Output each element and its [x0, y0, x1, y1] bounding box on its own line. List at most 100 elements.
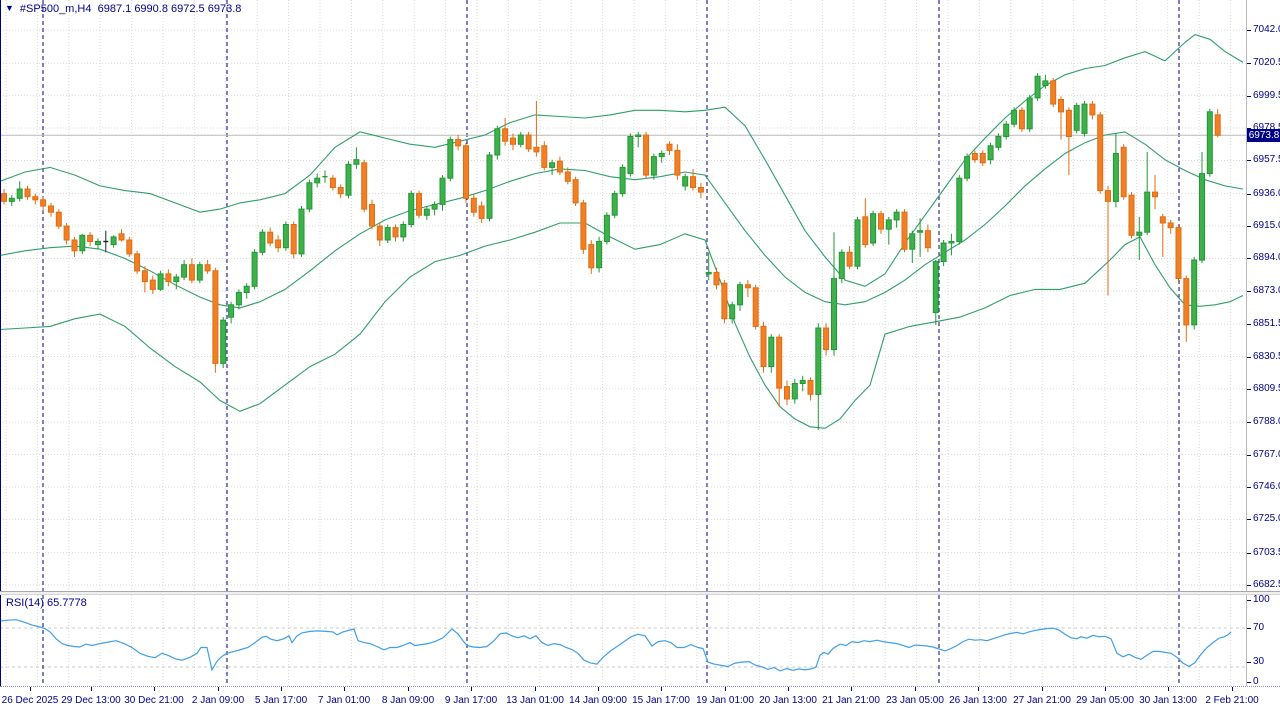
rsi-line: [0, 620, 1231, 671]
rsi-caption: RSI(14) 65.7778: [6, 597, 87, 609]
main-price-chart[interactable]: [0, 0, 1246, 592]
price-tick-mark: [1247, 160, 1251, 161]
rsi-tick-mark: [1247, 628, 1251, 629]
rsi-indicator-panel[interactable]: [0, 595, 1246, 686]
time-axis[interactable]: 26 Dec 202529 Dec 13:0030 Dec 21:00 2 Jan…: [0, 686, 1280, 720]
ohlc-close-value: 6973.8: [208, 3, 242, 15]
price-tick-label: 6936.0: [1253, 188, 1280, 199]
price-tick-mark: [1247, 519, 1251, 520]
time-tick-mark: [1168, 687, 1169, 691]
price-tick-mark: [1247, 291, 1251, 292]
candles-layer: [2, 73, 1221, 430]
price-tick-mark: [1247, 96, 1251, 97]
price-tick-label: 6725.0: [1253, 513, 1280, 524]
time-tick-mark: [471, 687, 472, 691]
rsi-tick-label: 100: [1253, 594, 1270, 605]
time-tick-label: 20 Jan 13:00: [759, 695, 817, 706]
price-tick-mark: [1247, 194, 1251, 195]
time-tick-mark: [408, 687, 409, 691]
price-tick-label: 6682.5: [1253, 579, 1280, 590]
price-tick-label: 6703.5: [1253, 547, 1280, 558]
time-tick-mark: [1232, 687, 1233, 691]
time-tick-label: 15 Jan 17:00: [632, 695, 690, 706]
price-tick-mark: [1247, 422, 1251, 423]
price-tick-label: 6851.5: [1253, 318, 1280, 329]
time-tick-label: 27 Jan 21:00: [1013, 695, 1071, 706]
bollinger-bands: [0, 35, 1243, 429]
rsi-tick-label: 70: [1253, 622, 1264, 633]
time-tick-mark: [1105, 687, 1106, 691]
time-tick-mark: [851, 687, 852, 691]
time-tick-mark: [30, 687, 31, 691]
rsi-tick-mark: [1247, 662, 1251, 663]
time-tick-label: 14 Jan 09:00: [569, 695, 627, 706]
time-tick-mark: [218, 687, 219, 691]
price-tick-mark: [1247, 324, 1251, 325]
time-tick-label: 7 Jan 01:00: [318, 695, 370, 706]
price-tick-mark: [1247, 389, 1251, 390]
rsi-current-value: 65.7778: [47, 597, 87, 609]
price-tick-mark: [1247, 455, 1251, 456]
price-tick-mark: [1247, 357, 1251, 358]
time-tick-label: 8 Jan 09:00: [382, 695, 434, 706]
price-tick-mark: [1247, 30, 1251, 31]
time-tick-label: 29 Dec 13:00: [61, 695, 121, 706]
current-price-badge: 6973.8: [1247, 129, 1280, 142]
time-tick-label: 13 Jan 01:00: [506, 695, 564, 706]
time-tick-label: 30 Jan 13:00: [1139, 695, 1197, 706]
price-tick-label: 6957.5: [1253, 154, 1280, 165]
price-tick-mark: [1247, 258, 1251, 259]
time-tick-label: 23 Jan 05:00: [886, 695, 944, 706]
time-tick-mark: [788, 687, 789, 691]
time-tick-label: 9 Jan 17:00: [445, 695, 497, 706]
time-tick-mark: [281, 687, 282, 691]
price-tick-label: 7042.0: [1253, 24, 1280, 35]
rsi-tick-label: 30: [1253, 656, 1264, 667]
price-tick-label: 6915.0: [1253, 220, 1280, 231]
symbol-timeframe-label: #SP500_m,H4: [20, 3, 92, 15]
bollinger-lower-line: [0, 223, 1243, 428]
trading-terminal-window: ▼#SP500_m,H4 6987.1 6990.8 6972.5 6973.8…: [0, 0, 1280, 720]
price-tick-mark: [1247, 63, 1251, 64]
price-tick-label: 6788.0: [1253, 416, 1280, 427]
rsi-indicator-name: RSI(14): [6, 597, 44, 609]
time-tick-label: 26 Dec 2025: [2, 695, 59, 706]
time-tick-label: 5 Jan 17:00: [255, 695, 307, 706]
time-tick-mark: [535, 687, 536, 691]
time-tick-mark: [598, 687, 599, 691]
time-tick-mark: [725, 687, 726, 691]
time-tick-mark: [91, 687, 92, 691]
time-tick-mark: [1042, 687, 1043, 691]
ohlc-high-value: 6990.8: [134, 3, 168, 15]
time-tick-mark: [344, 687, 345, 691]
price-tick-mark: [1247, 553, 1251, 554]
price-tick-label: 6999.5: [1253, 90, 1280, 101]
bollinger-middle-line: [0, 132, 1243, 308]
price-tick-label: 7020.5: [1253, 57, 1280, 68]
price-tick-label: 6894.0: [1253, 252, 1280, 263]
price-tick-label: 6873.0: [1253, 285, 1280, 296]
price-axis[interactable]: 7042.07020.56999.56978.56957.56936.06915…: [1246, 0, 1280, 686]
price-tick-label: 6746.0: [1253, 481, 1280, 492]
rsi-tick-mark: [1247, 682, 1251, 683]
time-tick-label: 2 Feb 21:00: [1205, 695, 1258, 706]
chart-ohlc-header: ▼#SP500_m,H4 6987.1 6990.8 6972.5 6973.8: [5, 3, 241, 15]
time-tick-mark: [978, 687, 979, 691]
time-tick-mark: [661, 687, 662, 691]
ohlc-low-value: 6972.5: [171, 3, 205, 15]
time-tick-label: 30 Dec 21:00: [124, 695, 184, 706]
price-tick-mark: [1247, 585, 1251, 586]
time-tick-label: 19 Jan 01:00: [696, 695, 754, 706]
time-tick-mark: [154, 687, 155, 691]
price-tick-label: 6809.5: [1253, 383, 1280, 394]
time-tick-label: 26 Jan 13:00: [949, 695, 1007, 706]
price-tick-mark: [1247, 487, 1251, 488]
rsi-tick-mark: [1247, 600, 1251, 601]
price-tick-label: 6767.0: [1253, 449, 1280, 460]
collapse-indicator-icon[interactable]: ▼: [5, 3, 14, 13]
price-tick-label: 6830.5: [1253, 351, 1280, 362]
price-tick-mark: [1247, 226, 1251, 227]
time-tick-label: 21 Jan 21:00: [822, 695, 880, 706]
panel-resize-divider[interactable]: [0, 591, 1280, 595]
time-tick-label: 2 Jan 09:00: [192, 695, 244, 706]
